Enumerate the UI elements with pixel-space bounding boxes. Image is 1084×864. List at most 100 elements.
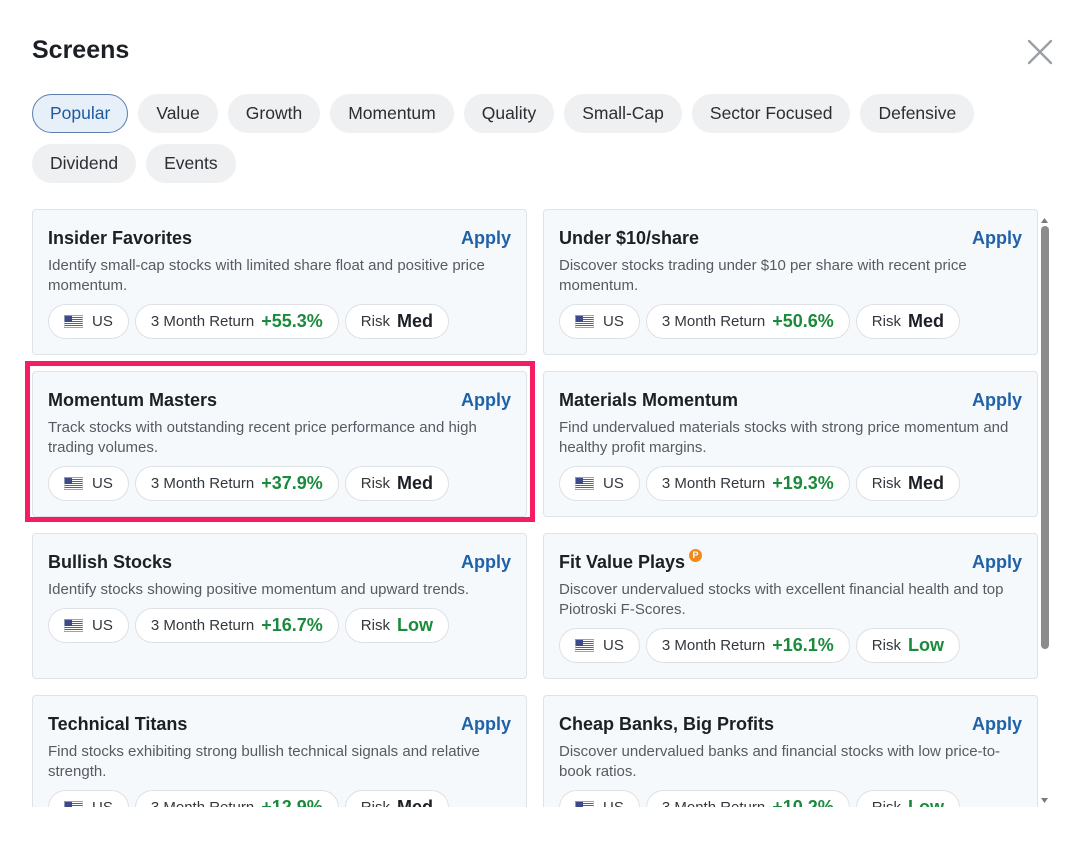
return-value: +12.9% — [261, 797, 323, 807]
close-icon[interactable] — [1024, 36, 1056, 68]
return-value: +55.3% — [261, 311, 323, 331]
region-label: US — [92, 799, 113, 807]
category-tabs: Popular Value Growth Momentum Quality Sm… — [32, 94, 1032, 183]
card-title-wrap: Fit Value Plays P — [559, 548, 703, 573]
risk-pill: Risk Med — [855, 304, 960, 339]
risk-value: Med — [396, 311, 433, 331]
card-title: Technical Titans — [48, 713, 188, 734]
return-pill: 3 Month Return +12.9% — [134, 790, 339, 807]
return-label: 3 Month Return — [661, 637, 766, 654]
risk-pill: Risk Low — [855, 628, 960, 663]
tab-defensive[interactable]: Defensive — [860, 94, 975, 133]
return-value: +19.3% — [772, 473, 834, 493]
region-pill: US — [48, 790, 129, 807]
return-pill: 3 Month Return +16.7% — [134, 608, 339, 643]
region-label: US — [92, 617, 113, 634]
card-description: Discover stocks trading under $10 per sh… — [559, 257, 967, 294]
region-label: US — [92, 313, 113, 330]
tab-dividend[interactable]: Dividend — [32, 144, 137, 183]
us-flag-icon — [575, 315, 594, 328]
return-label: 3 Month Return — [150, 313, 255, 330]
risk-label: Risk — [360, 313, 390, 330]
risk-pill: Risk Med — [344, 304, 449, 339]
screen-card[interactable]: Materials Momentum Apply Find undervalue… — [543, 371, 1038, 517]
apply-button[interactable]: Apply — [461, 228, 511, 249]
tab-value[interactable]: Value — [138, 94, 218, 133]
region-label: US — [92, 475, 113, 492]
region-label: US — [603, 475, 624, 492]
card-title: Materials Momentum — [559, 389, 739, 410]
return-value: +16.1% — [772, 635, 834, 655]
region-pill: US — [559, 304, 640, 339]
region-pill: US — [48, 466, 129, 501]
return-value: +10.2% — [772, 797, 834, 807]
region-pill: US — [559, 790, 640, 807]
return-label: 3 Month Return — [661, 313, 766, 330]
tab-events[interactable]: Events — [146, 144, 236, 183]
us-flag-icon — [575, 801, 594, 807]
tab-quality[interactable]: Quality — [463, 94, 555, 133]
region-pill: US — [559, 628, 640, 663]
apply-button[interactable]: Apply — [461, 390, 511, 411]
apply-button[interactable]: Apply — [461, 714, 511, 735]
risk-pill: Risk Low — [344, 608, 449, 643]
region-pill: US — [48, 608, 129, 643]
apply-button[interactable]: Apply — [972, 390, 1022, 411]
screen-card[interactable]: Momentum Masters Apply Track stocks with… — [32, 371, 527, 517]
screen-card[interactable]: Fit Value Plays P Apply Discover underval… — [543, 533, 1038, 679]
return-pill: 3 Month Return +37.9% — [134, 466, 339, 501]
tab-popular[interactable]: Popular — [32, 94, 129, 133]
return-label: 3 Month Return — [150, 475, 255, 492]
tab-small-cap[interactable]: Small-Cap — [564, 94, 682, 133]
risk-value: Med — [396, 473, 433, 493]
card-description: Find undervalued materials stocks with s… — [559, 419, 1009, 456]
risk-value: Med — [907, 311, 944, 331]
region-label: US — [603, 799, 624, 807]
us-flag-icon — [64, 315, 83, 328]
region-label: US — [603, 637, 624, 654]
screen-card[interactable]: Technical Titans Apply Find stocks exhib… — [32, 695, 527, 807]
card-title: Bullish Stocks — [48, 551, 173, 572]
scroll-up-arrow-icon[interactable] — [1040, 212, 1049, 223]
region-label: US — [603, 313, 624, 330]
risk-pill: Risk Med — [855, 466, 960, 501]
apply-button[interactable]: Apply — [461, 552, 511, 573]
risk-value: Low — [396, 615, 433, 635]
us-flag-icon — [64, 801, 83, 807]
screen-card[interactable]: Cheap Banks, Big Profits Apply Discover … — [543, 695, 1038, 807]
tab-growth[interactable]: Growth — [227, 94, 321, 133]
return-label: 3 Month Return — [151, 799, 254, 807]
return-pill: 3 Month Return +10.2% — [645, 790, 850, 807]
apply-button[interactable]: Apply — [972, 228, 1022, 249]
screen-card[interactable]: Under $10/share Apply Discover stocks tr… — [543, 209, 1038, 355]
screens-list[interactable]: Insider Favorites Apply Identify small-c… — [32, 209, 1038, 807]
apply-button[interactable]: Apply — [972, 714, 1022, 735]
card-description: Find stocks exhibiting strong bullish te… — [48, 743, 480, 780]
card-description: Identify stocks showing positive momentu… — [48, 581, 470, 598]
risk-label: Risk — [871, 475, 901, 492]
risk-label: Risk — [872, 799, 901, 807]
tab-sector-focused[interactable]: Sector Focused — [691, 94, 851, 133]
return-pill: 3 Month Return +19.3% — [645, 466, 850, 501]
return-label: 3 Month Return — [150, 617, 255, 634]
card-title: Insider Favorites — [48, 227, 193, 248]
tab-momentum[interactable]: Momentum — [330, 94, 454, 133]
return-pill: 3 Month Return +55.3% — [134, 304, 339, 339]
return-pill: 3 Month Return +50.6% — [645, 304, 850, 339]
risk-label: Risk — [871, 313, 901, 330]
return-label: 3 Month Return — [661, 475, 766, 492]
us-flag-icon — [64, 619, 83, 632]
card-description: Discover undervalued banks and financial… — [559, 743, 1001, 780]
risk-pill: Risk Med — [344, 466, 449, 501]
screen-card[interactable]: Insider Favorites Apply Identify small-c… — [32, 209, 527, 355]
risk-value: Med — [396, 797, 433, 807]
risk-value: Low — [907, 635, 944, 655]
screen-card[interactable]: Bullish Stocks Apply Identify stocks sho… — [32, 533, 527, 679]
apply-button[interactable]: Apply — [972, 552, 1022, 573]
region-pill: US — [559, 466, 640, 501]
card-title: Cheap Banks, Big Profits — [559, 713, 775, 734]
scrollbar-thumb[interactable] — [1041, 226, 1049, 649]
scroll-down-arrow-icon[interactable] — [1040, 792, 1049, 803]
risk-value: Med — [907, 473, 944, 493]
risk-label: Risk — [871, 637, 901, 654]
